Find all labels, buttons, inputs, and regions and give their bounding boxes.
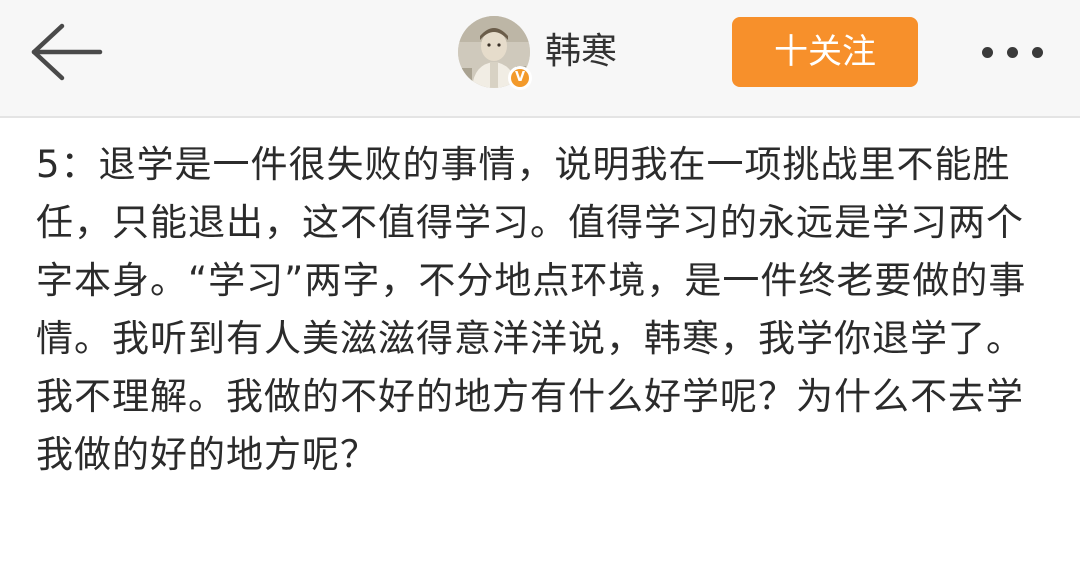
follow-button[interactable]: 十关注 [732, 17, 918, 87]
post-text: 5：退学是一件很失败的事情，说明我在一项挑战里不能胜任，只能退出，这不值得学习。… [36, 143, 1027, 476]
username[interactable]: 韩寒 [545, 28, 617, 76]
more-dots-icon[interactable] [978, 38, 1048, 68]
top-bar: V 韩寒 十关注 [0, 0, 1080, 118]
avatar[interactable]: V [458, 16, 532, 90]
arrow-left-icon [31, 23, 103, 81]
back-button[interactable] [22, 20, 106, 84]
verified-v-icon: V [508, 66, 532, 90]
